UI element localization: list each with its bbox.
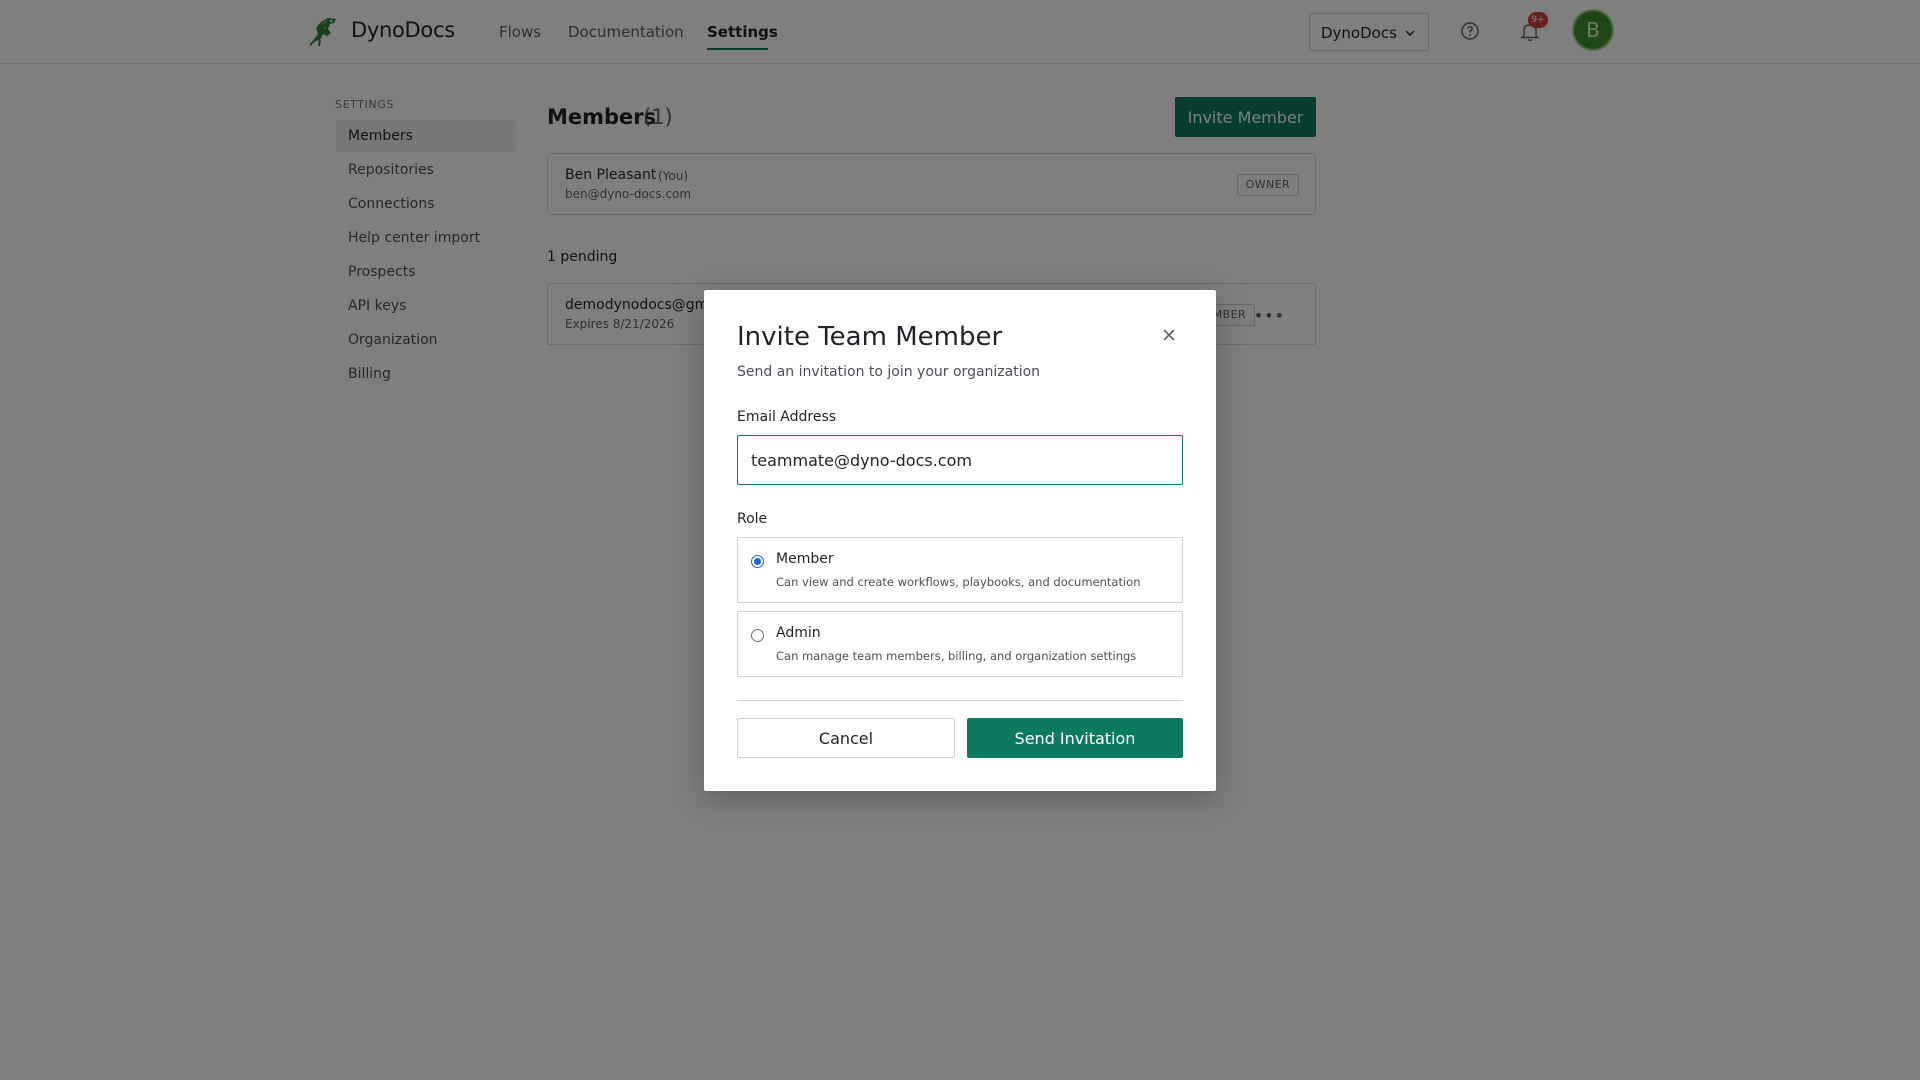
role-option-admin[interactable]: Admin Can manage team members, billing, … <box>737 611 1183 677</box>
admin-radio[interactable] <box>751 629 764 642</box>
role-option-title: Member <box>776 551 834 567</box>
member-radio[interactable] <box>751 555 764 568</box>
dialog-divider <box>737 700 1183 701</box>
dialog-title: Invite Team Member <box>737 322 1003 352</box>
email-field-label: Email Address <box>737 409 837 425</box>
close-icon[interactable] <box>1158 324 1180 346</box>
cancel-button[interactable]: Cancel <box>737 718 955 758</box>
invite-team-member-dialog: Invite Team Member Send an invitation to… <box>704 290 1216 791</box>
role-option-title: Admin <box>776 625 821 641</box>
email-field[interactable] <box>737 435 1183 485</box>
role-option-description: Can view and create workflows, playbooks… <box>776 575 1141 589</box>
role-field-label: Role <box>737 511 768 527</box>
role-option-member[interactable]: Member Can view and create workflows, pl… <box>737 537 1183 603</box>
dialog-subtitle: Send an invitation to join your organiza… <box>737 364 1041 380</box>
send-invitation-button[interactable]: Send Invitation <box>967 718 1183 758</box>
role-option-description: Can manage team members, billing, and or… <box>776 649 1137 663</box>
